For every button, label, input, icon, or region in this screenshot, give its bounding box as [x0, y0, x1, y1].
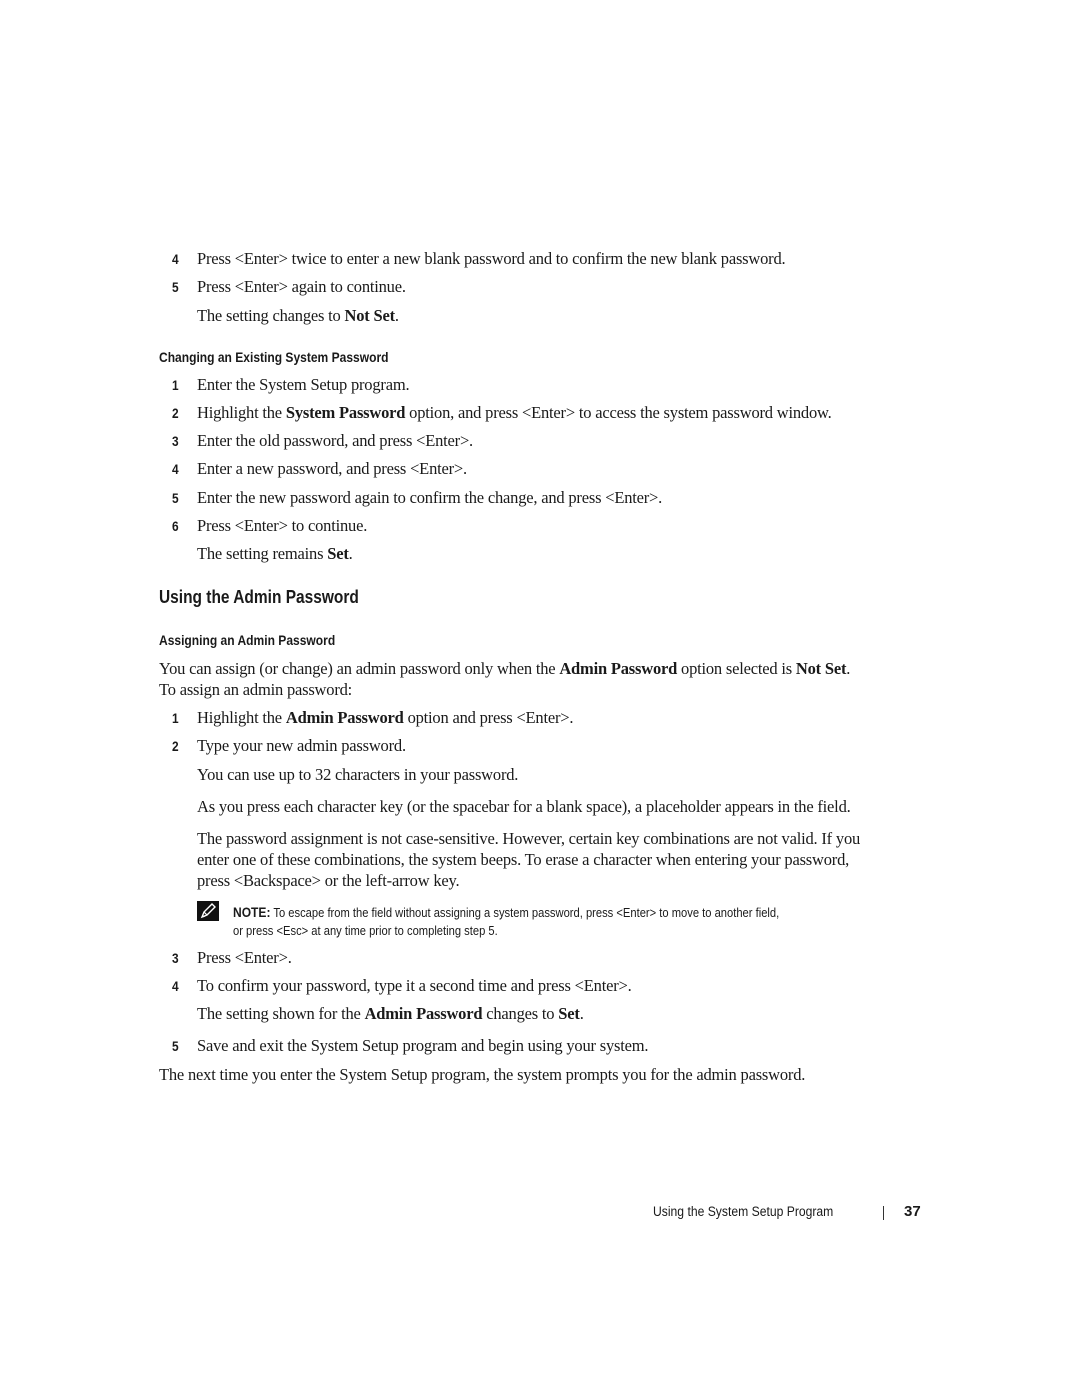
step-number: 3: [172, 950, 179, 966]
step-number: 2: [172, 738, 179, 754]
step-detail: enter one of these combinations, the sys…: [197, 850, 850, 869]
footer-chapter-title: Using the System Setup Program: [653, 1204, 834, 1219]
intro-paragraph: You can assign (or change) an admin pass…: [159, 659, 851, 678]
intro-paragraph-line2: To assign an admin password:: [159, 680, 353, 699]
step-text: Enter the new password again to confirm …: [197, 488, 663, 507]
step-number: 6: [172, 518, 179, 534]
step-number: 4: [172, 251, 179, 267]
subsection-heading: Assigning an Admin Password: [159, 632, 336, 648]
step-number: 2: [172, 405, 179, 421]
step-result: The setting shown for the Admin Password…: [197, 1004, 584, 1023]
step-number: 5: [172, 490, 179, 506]
note-pencil-icon-glyph: [197, 901, 219, 921]
step-result: The setting changes to Not Set.: [197, 306, 399, 325]
step-text: Save and exit the System Setup program a…: [197, 1036, 649, 1055]
footer-separator: [883, 1206, 884, 1220]
section-heading: Using the Admin Password: [159, 587, 359, 607]
step-text: To confirm your password, type it a seco…: [197, 976, 632, 995]
page-number: 37: [904, 1203, 921, 1220]
note-text: NOTE: To escape from the field without a…: [233, 904, 780, 920]
closing-paragraph: The next time you enter the System Setup…: [159, 1065, 806, 1084]
step-text: Press <Enter> again to continue.: [197, 277, 406, 296]
note-text-line2: or press <Esc> at any time prior to comp…: [233, 923, 498, 938]
step-number: 3: [172, 433, 179, 449]
step-text: Type your new admin password.: [197, 736, 406, 755]
step-detail: The password assignment is not case-sens…: [197, 829, 861, 848]
step-detail: You can use up to 32 characters in your …: [197, 765, 519, 784]
step-text: Highlight the Admin Password option and …: [197, 708, 574, 727]
step-number: 5: [172, 1038, 179, 1054]
step-text: Press <Enter> to continue.: [197, 516, 368, 535]
step-text: Press <Enter> twice to enter a new blank…: [197, 249, 786, 268]
step-result: The setting remains Set.: [197, 544, 353, 563]
step-detail: press <Backspace> or the left-arrow key.: [197, 871, 460, 890]
step-text: Enter the old password, and press <Enter…: [197, 431, 473, 450]
step-number: 1: [172, 710, 179, 726]
step-text: Highlight the System Password option, an…: [197, 403, 832, 422]
step-detail: As you press each character key (or the …: [197, 797, 851, 816]
step-number: 5: [172, 279, 179, 295]
step-text: Enter the System Setup program.: [197, 375, 410, 394]
step-text: Press <Enter>.: [197, 948, 292, 967]
subsection-heading: Changing an Existing System Password: [159, 349, 389, 365]
step-number: 4: [172, 978, 179, 994]
step-text: Enter a new password, and press <Enter>.: [197, 459, 467, 478]
step-number: 4: [172, 461, 179, 477]
step-number: 1: [172, 377, 179, 393]
note-pencil-icon: [197, 901, 219, 921]
